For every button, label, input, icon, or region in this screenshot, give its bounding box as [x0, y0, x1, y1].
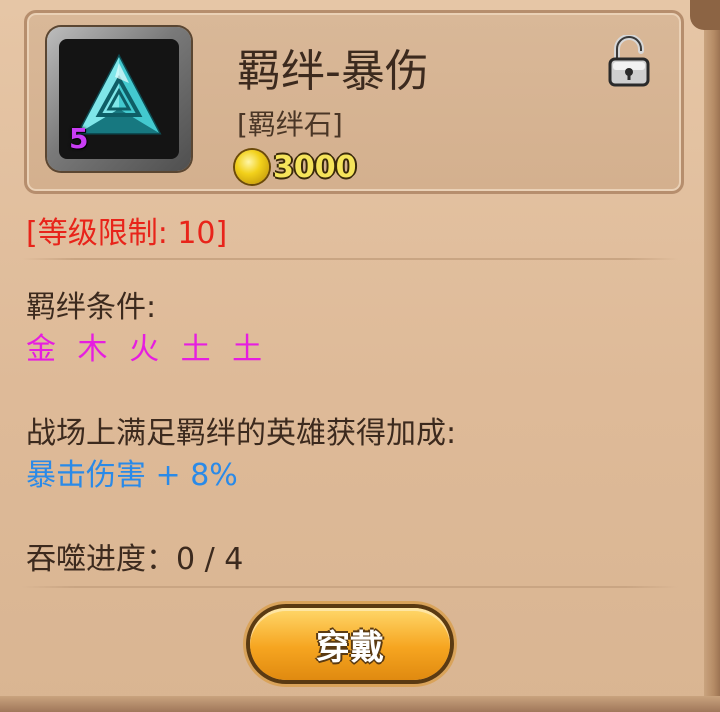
level-limit-text: [等级限制: 10] — [26, 216, 228, 251]
item-level-badge: 5 — [69, 122, 89, 155]
gold-coin-icon — [235, 150, 269, 184]
panel-frame-right — [704, 0, 720, 712]
bond-condition-values: 金 木 火 土 土 — [26, 332, 269, 367]
divider — [22, 258, 678, 260]
bond-bonus-value: 暴击伤害 + 8% — [26, 458, 238, 493]
item-price: 3000 — [235, 147, 357, 187]
price-value: 3000 — [273, 149, 357, 185]
item-tooltip-panel: 5 羁绊-暴伤 [羁绊石] 3000 [等级限制: 10] 羁绊条件: 金 木 … — [0, 0, 720, 712]
item-name: 羁绊-暴伤 — [237, 46, 429, 97]
devour-progress-text: 吞噬进度：0 / 4 — [26, 542, 244, 577]
bond-condition-title: 羁绊条件: — [26, 290, 157, 325]
wear-button[interactable]: 穿戴 — [250, 608, 450, 680]
item-icon-background: 5 — [59, 39, 179, 159]
bond-bonus-title: 战场上满足羁绊的英雄获得加成: — [26, 416, 457, 451]
item-icon-slot[interactable]: 5 — [47, 27, 191, 171]
item-type: [羁绊石] — [237, 108, 343, 141]
panel-frame-bottom — [0, 696, 720, 712]
item-header-box: 5 羁绊-暴伤 [羁绊石] 3000 — [24, 10, 684, 194]
wear-button-label: 穿戴 — [316, 627, 384, 668]
divider — [22, 586, 678, 588]
unlocked-padlock-icon[interactable] — [607, 35, 651, 87]
panel-frame-corner — [690, 0, 720, 30]
